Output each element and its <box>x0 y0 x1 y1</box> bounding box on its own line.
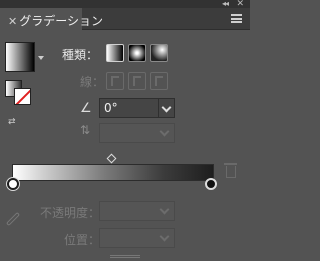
panel-top-strip: ◂◂ ✕ <box>0 0 250 9</box>
aspect-ratio-field[interactable] <box>99 123 175 143</box>
swatch-dropdown-icon[interactable] <box>38 56 44 60</box>
collapse-icon[interactable]: ◂◂ <box>222 0 229 8</box>
tab-close-icon[interactable]: ✕ <box>8 15 17 28</box>
swap-fill-stroke-icon[interactable]: ⇄ <box>8 118 16 127</box>
stroke-across-button[interactable] <box>150 72 168 90</box>
type-label: 種類： <box>62 48 99 62</box>
stroke-across-icon <box>155 76 163 86</box>
linear-gradient-button[interactable] <box>106 44 124 62</box>
close-icon[interactable]: ✕ <box>236 0 244 9</box>
opacity-field[interactable] <box>99 201 175 221</box>
gradient-stop-white[interactable] <box>7 178 19 190</box>
stroke-label: 線： <box>80 75 105 89</box>
gradient-stop-black[interactable] <box>205 178 217 190</box>
stroke-swatch[interactable] <box>14 88 31 105</box>
stroke-along-icon <box>133 76 141 86</box>
panel-resize-handle[interactable] <box>110 255 140 258</box>
angle-icon: ∠ <box>80 101 92 116</box>
angle-input[interactable] <box>99 98 159 118</box>
menu-icon[interactable] <box>231 14 242 23</box>
panel-tab-bar: ✕ グラデーション <box>0 8 250 31</box>
stroke-within-button[interactable] <box>106 72 124 90</box>
gradient-midpoint-handle[interactable] <box>106 153 117 164</box>
trash-icon[interactable] <box>224 163 237 178</box>
angle-dropdown-button[interactable] <box>158 98 175 118</box>
tab-gradient[interactable]: ✕ グラデーション <box>0 8 103 31</box>
stroke-within-icon <box>111 76 119 86</box>
location-field[interactable] <box>99 228 175 248</box>
tab-gradient-label: グラデーション <box>19 14 103 28</box>
gradient-slider[interactable] <box>12 164 214 181</box>
radial-gradient-button[interactable] <box>128 44 146 62</box>
stroke-along-button[interactable] <box>128 72 146 90</box>
freeform-gradient-button[interactable] <box>150 44 168 62</box>
gradient-swatch[interactable] <box>5 42 35 72</box>
eyedropper-icon[interactable] <box>5 211 21 227</box>
aspect-ratio-icon: ⇅ <box>80 123 91 137</box>
opacity-label: 不透明度： <box>40 206 101 220</box>
location-label: 位置： <box>64 233 101 247</box>
